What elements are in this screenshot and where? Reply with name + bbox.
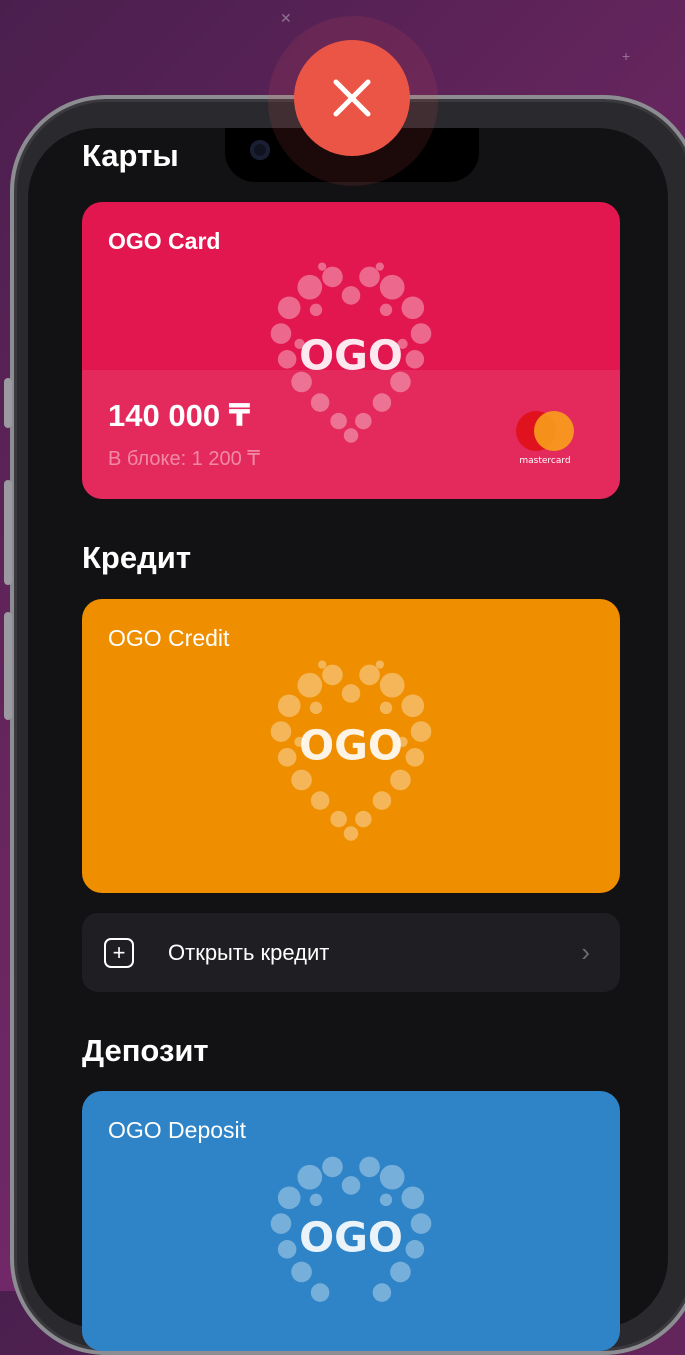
- card-name: OGO Credit: [108, 625, 230, 651]
- card-balance: 140 000 ₸: [108, 398, 251, 433]
- ogo-credit-card[interactable]: OGO Credit OGO: [82, 599, 620, 893]
- close-button[interactable]: [294, 40, 410, 156]
- phone-side-button: [4, 612, 12, 720]
- phone-side-button: [4, 480, 12, 585]
- logo-text: OGO: [299, 721, 403, 769]
- section-title-credit: Кредит: [82, 540, 192, 575]
- card-name: OGO Card: [108, 228, 221, 254]
- sparkle-decor: ✕: [280, 10, 292, 26]
- ogo-heart-logo: OGO: [248, 1136, 454, 1342]
- card-blocked-amount: В блоке: 1 200 ₸: [108, 448, 261, 470]
- sparkle-decor: +: [622, 48, 631, 64]
- ogo-heart-logo: OGO: [248, 644, 454, 850]
- card-name: OGO Deposit: [108, 1117, 247, 1143]
- chevron-right-icon: ›: [581, 937, 590, 967]
- ogo-deposit-card[interactable]: OGO Deposit OGO: [82, 1091, 620, 1351]
- mastercard-logo: mastercard: [510, 407, 580, 467]
- open-credit-button[interactable]: + Открыть кредит ›: [82, 913, 620, 992]
- close-icon: [333, 79, 371, 117]
- camera-icon: [250, 140, 270, 160]
- logo-text: OGO: [299, 1213, 403, 1261]
- phone-side-button: [4, 378, 12, 428]
- mastercard-label: mastercard: [519, 456, 570, 466]
- section-title-deposit: Депозит: [82, 1033, 209, 1068]
- section-title-cards: Карты: [82, 138, 179, 173]
- open-credit-label: Открыть кредит: [168, 940, 330, 965]
- plus-icon: +: [104, 938, 134, 968]
- ogo-card[interactable]: OGO Card OGO 140 000 ₸ В блоке: 1 200 ₸ …: [82, 202, 620, 499]
